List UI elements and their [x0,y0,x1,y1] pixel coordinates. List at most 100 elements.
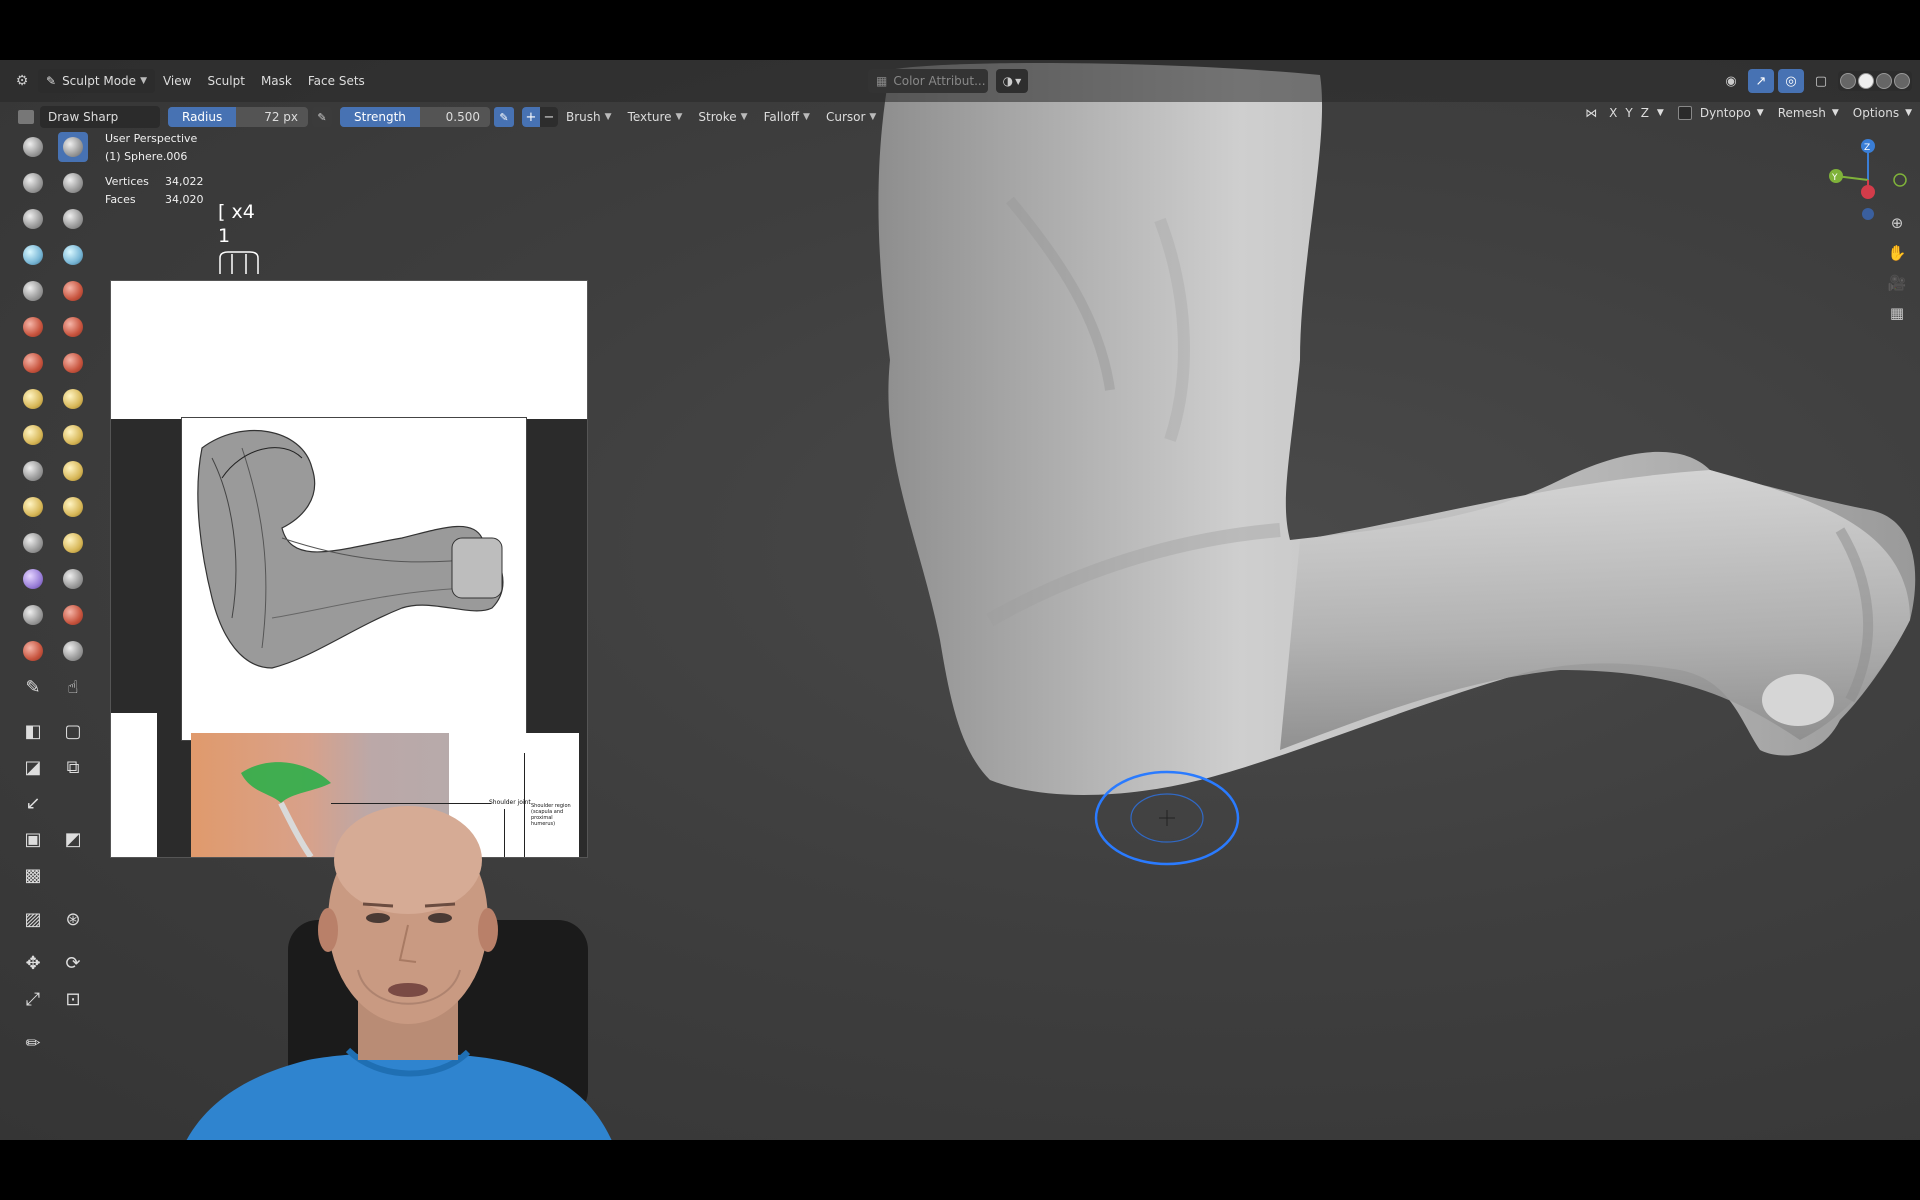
brush-icon [18,110,34,124]
clay-tool-icon[interactable] [18,168,48,198]
sculpt-arm-mesh[interactable] [860,60,1920,880]
visibility-icon[interactable]: ◉ [1718,69,1744,93]
menu-view[interactable]: View [155,69,199,93]
clay-thumb-tool-icon[interactable] [18,204,48,234]
elastic-deform-tool-icon[interactable] [18,420,48,450]
smooth-tool-icon[interactable] [58,276,88,306]
faces-value: 34,020 [165,191,204,209]
layer-tool-icon[interactable] [58,204,88,234]
nudge-tool-icon[interactable] [18,492,48,522]
simplify-tool-icon[interactable] [58,564,88,594]
scrape-tool-icon[interactable] [18,348,48,378]
multiplane-scrape-tool-icon[interactable] [58,348,88,378]
mesh-filter-tool-icon[interactable]: ▣ [18,824,48,854]
radius-pressure-icon[interactable]: ✎ [312,107,332,127]
chevron-down-icon[interactable]: ▼ [1657,108,1664,118]
inflate-tool-icon[interactable] [18,240,48,270]
gizmo-neg-z-axis[interactable] [1862,208,1874,220]
multires-displacement-eraser-tool-icon[interactable] [18,636,48,666]
mask-by-color-tool-icon[interactable]: ⊛ [58,904,88,934]
zoom-icon[interactable]: ⊕ [1884,212,1910,234]
snake-hook-tool-icon[interactable] [58,420,88,450]
wireframe-shading-icon[interactable] [1840,73,1856,89]
subtract-direction-button[interactable]: − [540,107,558,127]
radius-field[interactable]: Radius 72 px [168,107,308,127]
cloth-filter-tool-icon[interactable]: ◩ [58,824,88,854]
scale-tool-icon[interactable]: ⤢ [18,984,48,1014]
solid-shading-icon[interactable] [1858,73,1874,89]
box-trim-tool-icon[interactable]: ⧉ [58,752,88,782]
move-tool-icon[interactable]: ✥ [18,948,48,978]
strength-label: Strength [340,107,420,127]
stroke-dropdown[interactable]: Stroke▼ [690,110,755,124]
material-shading-icon[interactable] [1876,73,1892,89]
crease-tool-icon[interactable] [18,276,48,306]
chevron-down-icon[interactable]: ▼ [1832,108,1839,118]
chevron-down-icon[interactable]: ▼ [1757,108,1764,118]
grid-perspective-icon[interactable]: ▦ [1884,302,1910,324]
fill-tool-icon[interactable] [58,312,88,342]
texture-dropdown[interactable]: Texture▼ [620,110,691,124]
overlays-toggle-icon[interactable]: ◎ [1778,69,1804,93]
annotate-tool-icon[interactable]: ✏ [18,1028,48,1058]
editor-type-icon[interactable]: ⚙ [10,70,34,92]
symmetry-icon[interactable]: ⋈ [1585,106,1597,120]
3d-viewport[interactable]: ⚙ ✎ Sculpt Mode ▼ View Sculpt Mask Face … [0,60,1920,1140]
rotate-transform-tool-icon[interactable]: ⟳ [58,948,88,978]
gizmo-neg-y-axis[interactable] [1894,174,1906,186]
camera-view-icon[interactable]: 🎥 [1884,272,1910,294]
draw-sharp-tool-icon[interactable] [58,132,88,162]
thumb-tool-icon[interactable] [18,456,48,486]
axis-y-toggle[interactable]: Y [1621,106,1636,120]
gizmo-toggle-icon[interactable]: ↗ [1748,69,1774,93]
add-direction-button[interactable]: + [522,107,540,127]
menu-face-sets[interactable]: Face Sets [300,69,373,93]
rotate-tool-icon[interactable] [58,492,88,522]
grab-tool-icon[interactable] [58,384,88,414]
strength-pressure-icon[interactable]: ✎ [494,107,514,127]
blob-tool-icon[interactable] [58,240,88,270]
mode-selector[interactable]: ✎ Sculpt Mode ▼ [38,69,155,93]
multires-displacement-smear-tool-icon[interactable] [58,636,88,666]
options-dropdown[interactable]: Options [1853,106,1899,120]
transform-tool-icon[interactable]: ⊡ [58,984,88,1014]
dyntopo-label[interactable]: Dyntopo [1700,106,1751,120]
slide-relax-tool-icon[interactable] [18,528,48,558]
brush-dropdown[interactable]: Brush▼ [558,110,620,124]
strength-field[interactable]: Strength 0.500 [340,107,490,127]
sculpt-mode-icon: ✎ [46,74,56,88]
boundary-tool-icon[interactable] [58,528,88,558]
box-hide-tool-icon[interactable]: ▢ [58,716,88,746]
draw-face-sets-tool-icon[interactable] [58,600,88,630]
smear-tool-icon[interactable]: ☝ [58,672,88,702]
flatten-tool-icon[interactable] [18,312,48,342]
edit-face-set-tool-icon[interactable]: ▨ [18,904,48,934]
box-mask-tool-icon[interactable]: ◧ [18,716,48,746]
brush-selector[interactable]: Draw Sharp [40,106,160,128]
pose-tool-icon[interactable] [58,456,88,486]
dyntopo-checkbox[interactable] [1678,106,1692,120]
xray-icon[interactable]: ▢ [1808,69,1834,93]
pinch-tool-icon[interactable] [18,384,48,414]
paint-tool-icon[interactable]: ✎ [18,672,48,702]
gizmo-x-axis[interactable] [1861,185,1875,199]
axis-z-toggle[interactable]: Z [1637,106,1653,120]
cloth-tool-icon[interactable] [18,564,48,594]
clay-strips-tool-icon[interactable] [58,168,88,198]
cursor-dropdown[interactable]: Cursor▼ [818,110,884,124]
pan-hand-icon[interactable]: ✋ [1884,242,1910,264]
menu-mask[interactable]: Mask [253,69,300,93]
menu-sculpt[interactable]: Sculpt [199,69,252,93]
box-face-set-tool-icon[interactable]: ◪ [18,752,48,782]
viewport-shading-dropdown[interactable]: ◑ ▼ [996,69,1028,93]
draw-tool-icon[interactable] [18,132,48,162]
line-project-tool-icon[interactable]: ↙ [18,788,48,818]
chevron-down-icon[interactable]: ▼ [1905,108,1912,118]
mask-tool-icon[interactable] [18,600,48,630]
color-filter-tool-icon[interactable]: ▩ [18,860,48,890]
remesh-dropdown[interactable]: Remesh [1778,106,1826,120]
axis-x-toggle[interactable]: X [1605,106,1621,120]
color-attribute-field[interactable]: ▦ Color Attribut... [868,69,988,93]
rendered-shading-icon[interactable] [1894,73,1910,89]
falloff-dropdown[interactable]: Falloff▼ [756,110,818,124]
